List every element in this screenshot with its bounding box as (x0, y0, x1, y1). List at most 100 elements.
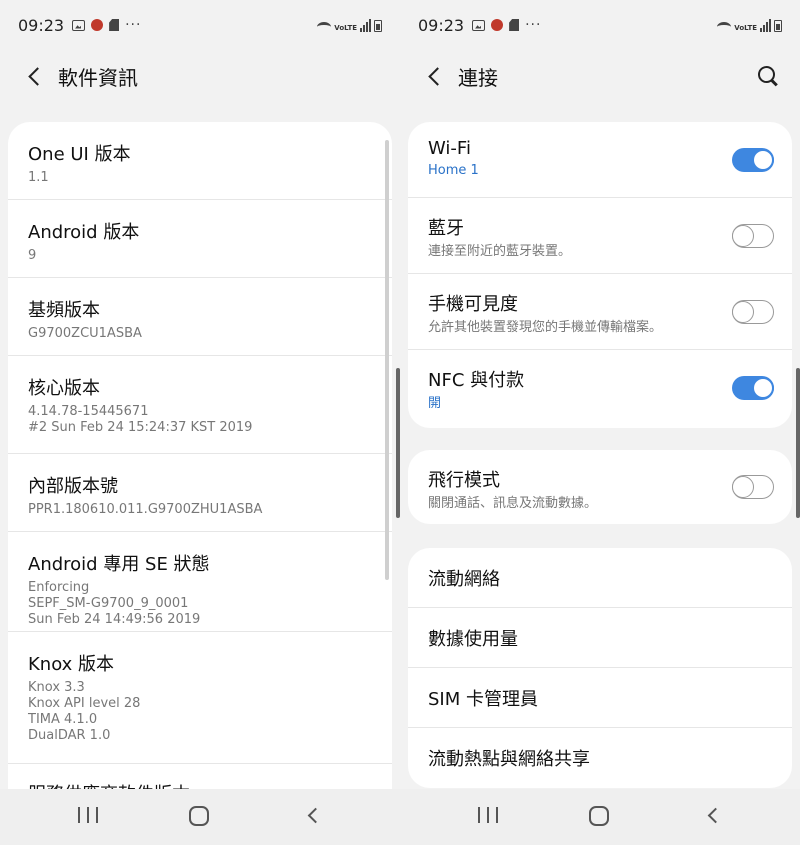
list-item-one-ui-version[interactable]: One UI 版本 1.1 (8, 122, 392, 200)
list-item-wifi[interactable]: Wi-Fi Home 1 (408, 122, 792, 198)
more-notifications-icon: ··· (125, 17, 142, 33)
list-item-data-usage[interactable]: 數據使用量 (408, 608, 792, 668)
page-title: 連接 (458, 65, 498, 90)
page-title: 軟件資訊 (58, 65, 138, 90)
item-title: 流動網絡 (428, 568, 500, 590)
back-nav-icon[interactable] (306, 808, 320, 822)
item-value-line: Knox 3.3 (28, 680, 85, 695)
software-info-screen: 09:23 ··· VoLTE 軟件資訊 One UI 版本 1.1 Andro… (0, 0, 400, 845)
back-arrow-icon[interactable] (414, 54, 458, 98)
back-nav-icon[interactable] (706, 808, 720, 822)
item-value: Enforcing SEPF_SM-G9700_9_0001 Sun Feb 2… (28, 580, 372, 628)
item-title: NFC 與付款 (428, 370, 525, 391)
wifi-toggle[interactable] (732, 147, 774, 172)
status-bar: 09:23 ··· VoLTE (0, 0, 400, 50)
item-title: Knox 版本 (28, 654, 115, 675)
status-time: 09:23 (418, 15, 465, 35)
scrollbar[interactable] (385, 140, 389, 580)
item-subtitle: 關閉通話、訊息及流動數據。 (428, 496, 598, 511)
list-item-airplane-mode[interactable]: 飛行模式 關閉通話、訊息及流動數據。 (408, 450, 792, 524)
home-icon[interactable] (189, 806, 209, 826)
item-title: SIM 卡管理員 (428, 688, 538, 710)
home-icon[interactable] (589, 806, 609, 826)
app-bar: 連接 (400, 50, 800, 102)
gallery-icon (72, 19, 86, 31)
status-time: 09:23 (18, 15, 65, 35)
list-item-mobile-networks[interactable]: 流動網絡 (408, 548, 792, 608)
signal-icon (760, 18, 771, 32)
back-arrow-icon[interactable] (14, 54, 58, 98)
connections-screen: 09:23 ··· VoLTE 連接 Wi-Fi Home 1 藍牙 連接至附近… (400, 0, 800, 845)
list-item-knox-version[interactable]: Knox 版本 Knox 3.3 Knox API level 28 TIMA … (8, 632, 392, 764)
toggle-knob (752, 148, 774, 171)
toggle-knob (752, 377, 774, 399)
search-icon[interactable] (756, 64, 780, 88)
more-notifications-icon: ··· (525, 17, 542, 33)
item-title: 內部版本號 (28, 476, 118, 497)
list-item-baseband-version[interactable]: 基頻版本 G9700ZCU1ASBA (8, 278, 392, 356)
list-item-sim-manager[interactable]: SIM 卡管理員 (408, 668, 792, 728)
item-value-line: Knox API level 28 (28, 696, 141, 711)
connections-group-main: Wi-Fi Home 1 藍牙 連接至附近的藍牙裝置。 手機可見度 允許其他裝置… (408, 122, 792, 428)
toggle-knob (732, 476, 754, 498)
airplane-mode-toggle[interactable] (732, 475, 774, 499)
item-subtitle: 開 (428, 396, 442, 411)
item-value-line: SEPF_SM-G9700_9_0001 (28, 596, 189, 611)
item-title: Android 版本 (28, 222, 140, 243)
item-value-line: Sun Feb 24 14:49:56 2019 (28, 612, 201, 627)
item-title: Android 專用 SE 狀態 (28, 554, 210, 575)
item-title: Wi-Fi (428, 138, 471, 159)
gallery-icon (472, 19, 486, 31)
edge-panel-handle[interactable] (796, 368, 800, 518)
list-item-android-version[interactable]: Android 版本 9 (8, 200, 392, 278)
edge-panel-handle-left[interactable] (396, 368, 400, 518)
list-item-nfc-payment[interactable]: NFC 與付款 開 (408, 350, 792, 426)
sd-card-icon (509, 19, 520, 31)
wifi-icon (317, 21, 332, 32)
item-subtitle: 允許其他裝置發現您的手機並傳輸檔案。 (428, 320, 663, 335)
item-title: 基頻版本 (28, 300, 100, 321)
wifi-icon (717, 21, 732, 32)
item-value: Knox 3.3 Knox API level 28 TIMA 4.1.0 Du… (28, 680, 372, 744)
item-value: 1.1 (28, 170, 49, 185)
connections-group-network: 流動網絡 數據使用量 SIM 卡管理員 流動熱點與網絡共享 (408, 548, 792, 788)
item-value: G9700ZCU1ASBA (28, 326, 142, 341)
volte-icon: VoLTE (734, 23, 757, 32)
item-title: 手機可見度 (428, 294, 518, 315)
item-value: 9 (28, 248, 37, 263)
bluetooth-toggle[interactable] (732, 223, 774, 248)
battery-icon (774, 19, 782, 32)
recent-apps-icon[interactable] (478, 807, 498, 825)
item-value-line: TIMA 4.1.0 (28, 712, 98, 727)
item-value: PPR1.180610.011.G9700ZHU1ASBA (28, 502, 263, 517)
nfc-toggle[interactable] (732, 376, 774, 400)
list-item-kernel-version[interactable]: 核心版本 4.14.78-15445671 #2 Sun Feb 24 15:2… (8, 356, 392, 454)
battery-icon (374, 19, 382, 32)
toggle-knob (732, 224, 754, 247)
item-title: 流動熱點與網絡共享 (428, 749, 590, 770)
list-item-se-status[interactable]: Android 專用 SE 狀態 Enforcing SEPF_SM-G9700… (8, 532, 392, 632)
item-value: 4.14.78-15445671 #2 Sun Feb 24 15:24:37 … (28, 404, 372, 436)
item-title: 數據使用量 (428, 628, 518, 650)
list-item-phone-visibility[interactable]: 手機可見度 允許其他裝置發現您的手機並傳輸檔案。 (408, 274, 792, 350)
toggle-knob (732, 300, 754, 323)
status-bar: 09:23 ··· VoLTE (400, 0, 800, 50)
list-item-build-number[interactable]: 內部版本號 PPR1.180610.011.G9700ZHU1ASBA (8, 454, 392, 532)
item-title: One UI 版本 (28, 144, 131, 165)
phone-visibility-toggle[interactable] (732, 299, 774, 324)
list-item-bluetooth[interactable]: 藍牙 連接至附近的藍牙裝置。 (408, 198, 792, 274)
sd-card-icon (109, 19, 120, 31)
list-item-hotspot-tethering[interactable]: 流動熱點與網絡共享 (408, 728, 792, 788)
connections-group-airplane: 飛行模式 關閉通話、訊息及流動數據。 (408, 450, 792, 524)
item-subtitle: 連接至附近的藍牙裝置。 (428, 244, 572, 259)
recent-apps-icon[interactable] (78, 807, 98, 825)
item-value-line: DualDAR 1.0 (28, 728, 111, 743)
navigation-bar (400, 789, 800, 845)
software-info-list: One UI 版本 1.1 Android 版本 9 基頻版本 G9700ZCU… (8, 122, 392, 802)
item-subtitle: Home 1 (428, 163, 479, 178)
item-value-line: Enforcing (28, 580, 90, 595)
app-bar: 軟件資訊 (0, 50, 400, 102)
item-title: 核心版本 (28, 378, 100, 399)
navigation-bar (0, 789, 400, 845)
item-title: 藍牙 (428, 218, 464, 239)
